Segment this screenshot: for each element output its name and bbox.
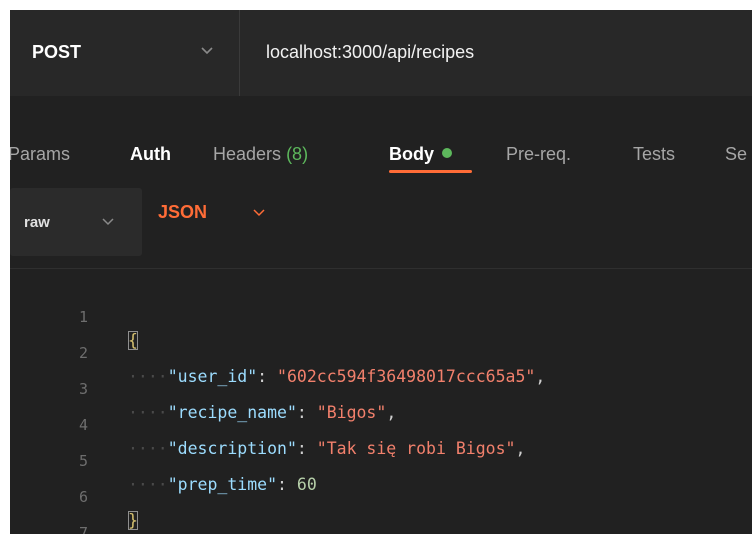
body-mode-label: raw	[24, 214, 50, 231]
line-number: 7	[78, 524, 88, 534]
url-input[interactable]: localhost:3000/api/recipes	[240, 10, 752, 96]
active-tab-underline	[389, 170, 472, 173]
url-bar: POST localhost:3000/api/recipes	[10, 10, 752, 96]
method-label: POST	[32, 42, 82, 62]
editor-line: 7	[10, 497, 752, 534]
editor-line: 3 ····"recipe_name": "Bigos",	[10, 353, 752, 422]
url-text: localhost:3000/api/recipes	[266, 42, 475, 62]
chevron-down-icon	[102, 218, 114, 226]
request-tabs: Params Auth Headers (8) Body Pre-req. Te…	[10, 96, 752, 178]
chevron-down-icon	[201, 47, 213, 55]
tab-settings[interactable]: Se	[725, 144, 747, 165]
editor-line: 5 ····"prep_time": 60	[10, 425, 752, 494]
editor-line: 4 ····"description": "Tak się robi Bigos…	[10, 389, 752, 458]
editor-line: 6 }	[10, 461, 752, 530]
body-options-row: raw JSON	[10, 178, 752, 258]
tab-body[interactable]: Body	[389, 144, 452, 165]
tab-auth[interactable]: Auth	[130, 144, 171, 165]
body-mode-dropdown[interactable]: raw	[10, 188, 142, 256]
tab-pre-request[interactable]: Pre-req.	[506, 144, 571, 165]
tab-params[interactable]: Params	[10, 144, 70, 165]
tab-headers[interactable]: Headers (8)	[213, 144, 308, 165]
language-dropdown[interactable]: JSON	[158, 202, 207, 223]
editor-line: 1 {	[10, 281, 752, 350]
method-selector[interactable]: POST	[10, 10, 240, 96]
body-status-dot-icon	[442, 148, 452, 159]
chevron-down-icon[interactable]	[253, 209, 265, 217]
headers-count: (8)	[286, 144, 309, 164]
postman-request-panel: POST localhost:3000/api/recipes Params A…	[10, 10, 752, 534]
code-editor[interactable]: 1 { 2 ····"user_id": "602cc594f36498017c…	[10, 268, 752, 534]
tab-headers-label: Headers	[213, 144, 282, 164]
editor-line: 2 ····"user_id": "602cc594f36498017ccc65…	[10, 317, 752, 386]
tab-tests[interactable]: Tests	[633, 144, 675, 165]
tab-body-label: Body	[389, 144, 434, 164]
